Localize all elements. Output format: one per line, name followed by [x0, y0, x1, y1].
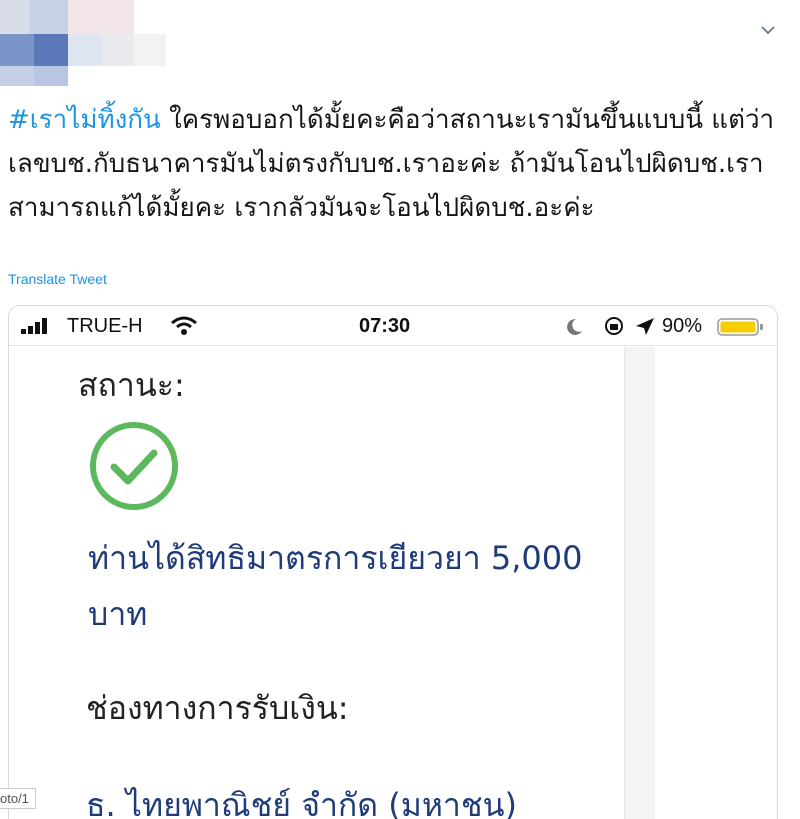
battery-icon: [717, 318, 763, 336]
clock-time: 07:30: [359, 315, 411, 337]
blurred-profile-area: [0, 0, 200, 86]
moon-icon: [567, 318, 582, 335]
payment-channel-label: ช่องทางการรับเงิน:: [86, 689, 349, 727]
carrier-name: TRUE-H: [67, 315, 143, 337]
battery-percent: 90%: [662, 315, 703, 337]
phone-side-gutter: [625, 347, 655, 819]
grant-status-text: ท่านได้สิทธิมาตรการเยียวยา 5,000 บาท: [88, 539, 583, 633]
location-icon: [636, 318, 654, 335]
translate-tweet-link[interactable]: Translate Tweet: [8, 271, 107, 287]
signal-icon: [21, 318, 47, 334]
chevron-down-icon[interactable]: [758, 20, 778, 40]
check-circle-icon: [90, 422, 178, 510]
bank-name: ธ. ไทยพาณิชย์ จำกัด (มหาชน): [86, 786, 517, 819]
phone-status-bar: TRUE-H 07:30 90%: [9, 306, 777, 346]
hashtag-link[interactable]: #เราไม่ทิ้งกัน: [8, 105, 161, 135]
photo-index-tab[interactable]: oto/1: [0, 788, 36, 809]
status-label: สถานะ:: [78, 366, 185, 404]
wifi-icon: [171, 316, 197, 335]
status-icons: [567, 317, 654, 335]
tweet-text: #เราไม่ทิ้งกัน ใครพอบอกได้มั้ยคะคือว่าสถ…: [8, 98, 798, 230]
